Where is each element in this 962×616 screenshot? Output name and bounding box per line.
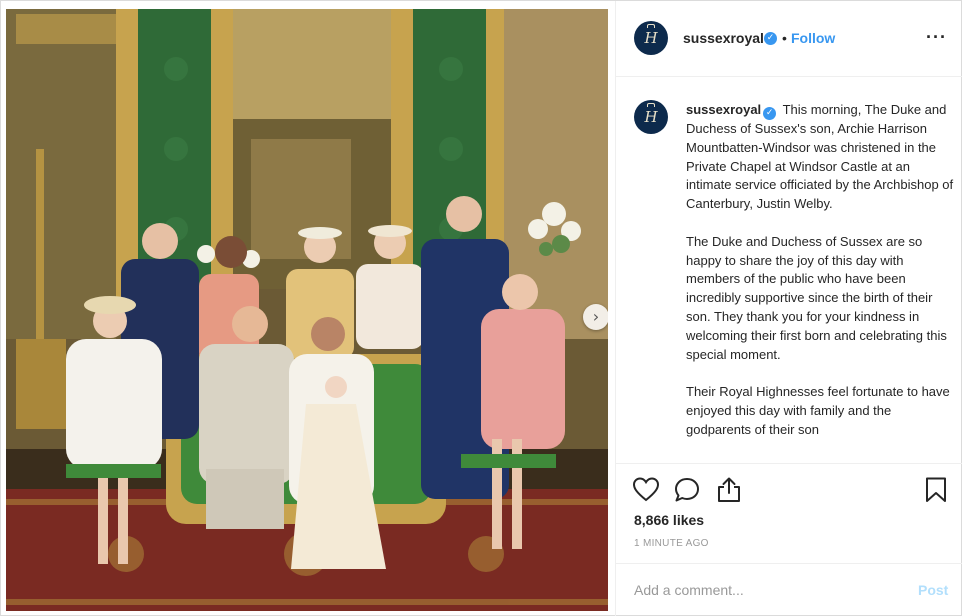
- likes-count[interactable]: 8,866 likes: [634, 512, 704, 528]
- post-timestamp[interactable]: 1 MINUTE AGO: [634, 538, 709, 549]
- post-comment-button[interactable]: Post: [918, 582, 948, 598]
- crown-icon: [647, 103, 655, 107]
- post-photo[interactable]: ›: [6, 9, 608, 611]
- action-bar: 8,866 likes 1 MINUTE AGO: [616, 463, 962, 563]
- post-sidebar: H sussexroyal ✓ • Follow ··· H sussexroy…: [615, 1, 962, 616]
- caption-paragraph-3: Their Royal Highnesses feel fortunate to…: [686, 384, 950, 437]
- chevron-right-icon: ›: [592, 307, 600, 326]
- next-photo-button[interactable]: ›: [583, 304, 608, 330]
- caption-area: H sussexroyal ✓ This morning, The Duke an…: [616, 78, 962, 462]
- more-options-icon[interactable]: ···: [926, 27, 947, 48]
- share-icon[interactable]: [715, 476, 743, 504]
- comment-icon[interactable]: [673, 476, 701, 504]
- heart-icon[interactable]: [632, 476, 660, 504]
- photo-illustration: [6, 9, 608, 611]
- follow-button[interactable]: Follow: [791, 30, 835, 46]
- avatar-monogram: H: [644, 108, 658, 126]
- caption-paragraph-1-text: This morning, The Duke and Duchess of Su…: [686, 102, 954, 212]
- username-link[interactable]: sussexroyal: [683, 30, 764, 46]
- separator-dot: •: [782, 30, 787, 46]
- crown-icon: [647, 24, 655, 28]
- verified-badge-icon: ✓: [763, 107, 777, 120]
- comment-input[interactable]: [634, 578, 884, 602]
- verified-badge-icon: ✓: [764, 32, 777, 45]
- comment-box: Post: [616, 563, 962, 616]
- caption-paragraph-1: sussexroyal ✓ This morning, The Duke and …: [686, 101, 956, 214]
- caption-avatar[interactable]: H: [634, 100, 668, 134]
- caption-paragraph-2: The Duke and Duchess of Sussex are so ha…: [686, 233, 947, 362]
- avatar[interactable]: H: [634, 21, 668, 55]
- avatar-monogram: H: [644, 29, 658, 47]
- caption-text: sussexroyal ✓ This morning, The Duke and …: [686, 101, 956, 458]
- caption-username-link[interactable]: sussexroyal: [686, 102, 761, 117]
- post-header: H sussexroyal ✓ • Follow ···: [616, 1, 962, 77]
- instagram-post: › H sussexroyal ✓ • Follow ··· H sussexr…: [0, 0, 962, 616]
- bookmark-icon[interactable]: [922, 476, 950, 504]
